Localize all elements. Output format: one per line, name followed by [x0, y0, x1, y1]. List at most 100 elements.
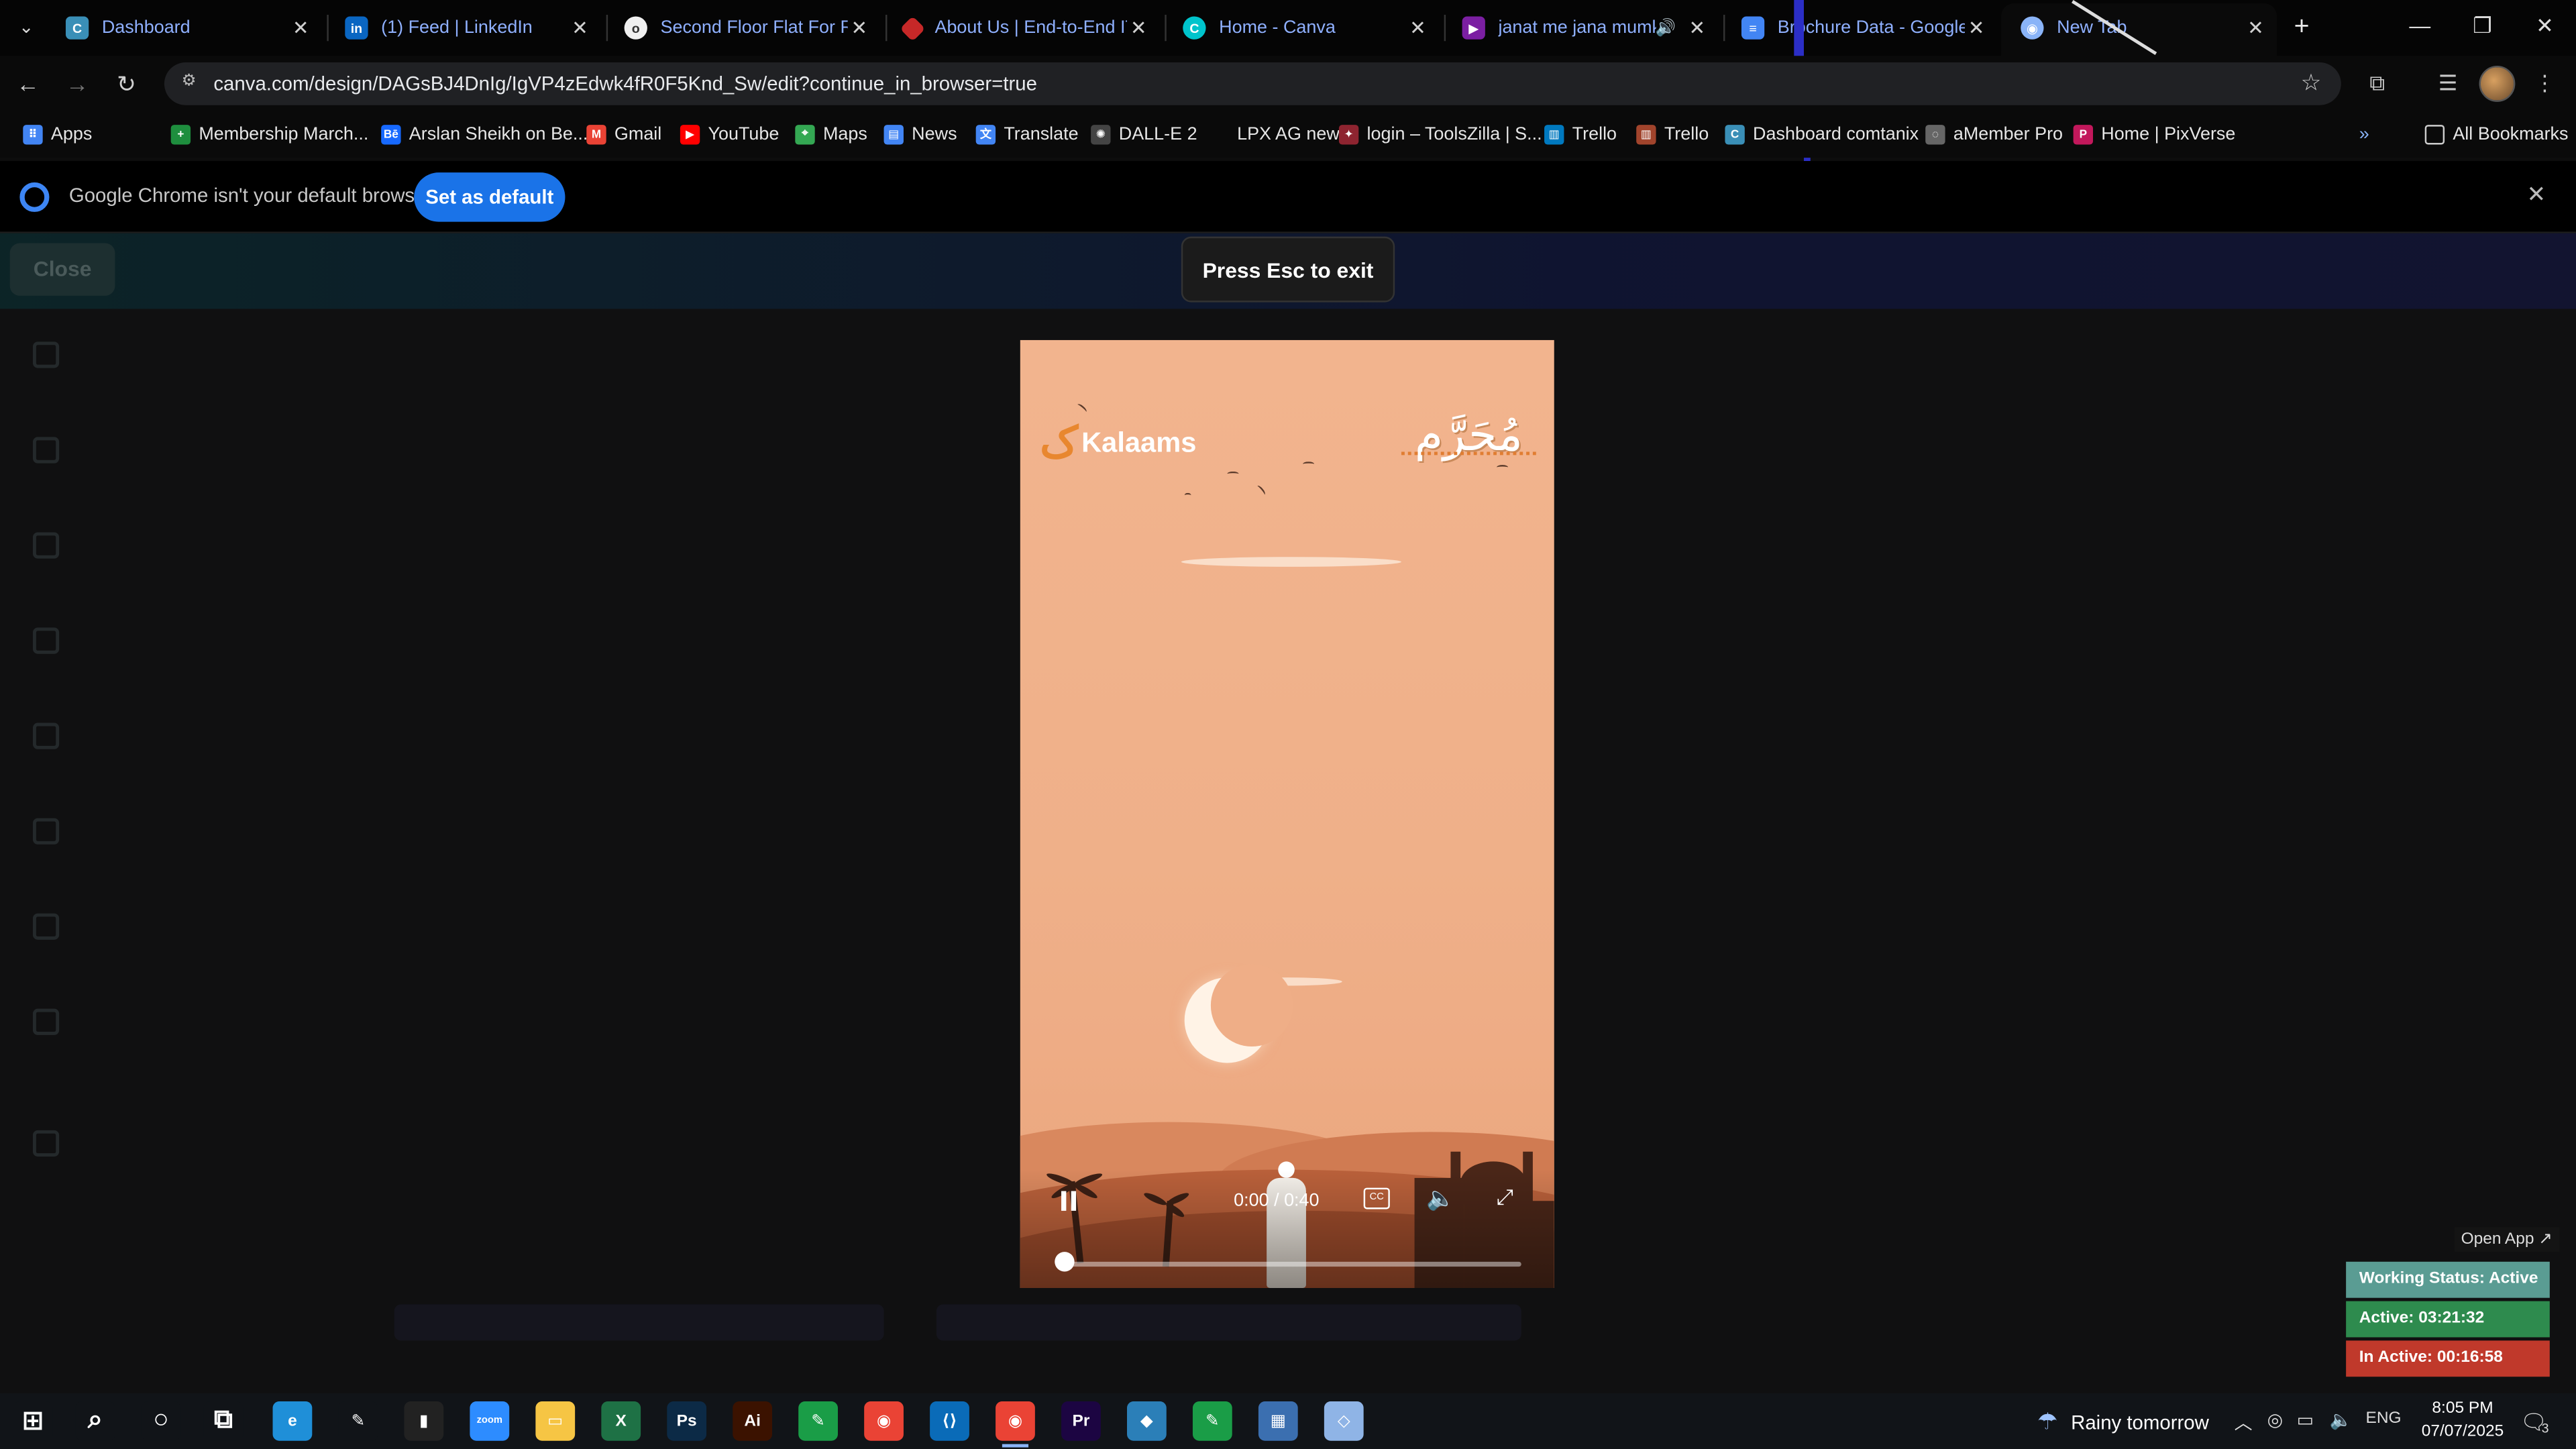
close-tab-icon[interactable]: ✕ — [1406, 16, 1429, 39]
calculator-icon[interactable]: ▦ — [1258, 1401, 1298, 1441]
tab-search-menu-icon[interactable]: ☰ — [2430, 66, 2466, 102]
close-tab-icon[interactable]: ✕ — [1127, 16, 1150, 39]
bookmark-membership-march[interactable]: + Membership March... — [170, 121, 369, 148]
bookmark-star-icon[interactable]: ☆ — [2301, 69, 2322, 97]
set-as-default-button[interactable]: Set as default — [414, 172, 566, 222]
cortana-icon[interactable]: ○ — [141, 1401, 181, 1441]
pause-button[interactable] — [1057, 1188, 1079, 1214]
bookmark-label: Membership March... — [199, 125, 369, 145]
toolszilla-icon: ✦ — [1338, 125, 1359, 145]
illustrator-icon[interactable]: Ai — [733, 1401, 773, 1441]
bookmark-maps[interactable]: ⌖ Maps — [795, 121, 867, 148]
pen-tool-icon[interactable]: ✎ — [338, 1401, 378, 1441]
tab-brochure-doc[interactable]: ≡ Brochure Data - Google D ✕ — [1725, 3, 2000, 52]
app-light-icon[interactable]: ◇ — [1324, 1401, 1364, 1441]
bookmark-home-pixverse[interactable]: P Home | PixVerse — [2073, 121, 2235, 148]
taskbar-clock[interactable]: 8:05 PM 07/07/2025 — [2415, 1398, 2510, 1444]
sidebar-uploads[interactable] — [13, 722, 79, 756]
bookmark-news[interactable]: ▤ News — [883, 121, 957, 148]
volume-icon[interactable]: 🔈 — [1426, 1185, 1456, 1214]
close-tab-icon[interactable]: ✕ — [568, 16, 591, 39]
premiere-icon[interactable]: Pr — [1061, 1401, 1101, 1441]
new-tab-button[interactable]: + — [2284, 10, 2320, 46]
meet-now-icon[interactable]: ◎ — [2267, 1409, 2284, 1431]
windows-start-icon[interactable]: ⊞ — [13, 1401, 53, 1441]
url-text[interactable]: canva.com/design/DAGsBJ4DnIg/IgVP4zEdwk4… — [213, 72, 1037, 95]
fullscreen-icon[interactable]: ⤢ — [1492, 1185, 1518, 1211]
excel-icon[interactable]: X — [601, 1401, 641, 1441]
address-bar[interactable]: ⚙ canva.com/design/DAGsBJ4DnIg/IgVP4zEdw… — [164, 62, 2341, 105]
tab-about-us[interactable]: About Us | End-to-End IT ✕ — [887, 3, 1163, 52]
photoshop-icon[interactable]: Ps — [667, 1401, 707, 1441]
file-explorer-icon[interactable]: ▭ — [535, 1401, 576, 1441]
zoom-icon[interactable]: zoom — [470, 1401, 510, 1441]
video-player[interactable]: ک Kalaams مُحَرَّم 0:00 / 0:40 CC 🔈 ⤢ — [1020, 339, 1554, 1289]
profile-avatar[interactable] — [2479, 65, 2516, 102]
bookmark-youtube[interactable]: ▶ YouTube — [680, 121, 779, 148]
extensions-icon[interactable]: ⧉ — [2359, 66, 2396, 102]
volume-tray-icon[interactable]: 🔈 — [2330, 1409, 2353, 1431]
pen-green-2-icon[interactable]: ✎ — [1192, 1401, 1232, 1441]
bookmark-apps[interactable]: ⠿ Apps — [23, 121, 92, 148]
captions-icon[interactable]: CC — [1363, 1187, 1390, 1210]
close-tab-icon[interactable]: ✕ — [2244, 16, 2267, 39]
show-hidden-icons[interactable]: ︿ — [2235, 1409, 2253, 1436]
tab-dashboard[interactable]: C Dashboard ✕ — [49, 3, 325, 52]
sidebar-magic-media[interactable] — [13, 1130, 79, 1163]
video-progress-knob[interactable] — [1055, 1252, 1075, 1272]
bookmark-dall-e-2[interactable]: ✺ DALL-E 2 — [1091, 121, 1197, 148]
tab-flat-for-rent[interactable]: o Second Floor Flat For Ren ✕ — [608, 3, 883, 52]
sidebar-brand[interactable] — [13, 627, 79, 661]
more-bookmarks-button[interactable]: » — [2359, 121, 2369, 148]
all-bookmarks-button[interactable]: All Bookmarks — [2424, 121, 2568, 148]
site-info-icon[interactable]: ⚙ — [177, 72, 200, 95]
close-tab-icon[interactable]: ✕ — [1965, 16, 1988, 39]
terminal-icon[interactable]: ▮ — [404, 1401, 444, 1441]
tab-home-canva[interactable]: C Home - Canva ✕ — [1167, 3, 1442, 52]
sidebar-draw[interactable] — [13, 818, 79, 851]
network-icon[interactable]: ▭ — [2297, 1409, 2314, 1431]
vscode-icon[interactable]: ⟨⟩ — [930, 1401, 969, 1441]
restore-button[interactable]: ❐ — [2451, 0, 2514, 52]
close-tab-icon[interactable]: ✕ — [848, 16, 871, 39]
close-window-button[interactable]: ✕ — [2514, 0, 2576, 52]
minimize-button[interactable]: — — [2389, 0, 2451, 52]
bookmark-trello[interactable]: ▥ Trello — [1544, 121, 1617, 148]
back-button[interactable]: ← — [10, 67, 46, 100]
close-tab-icon[interactable]: ✕ — [1686, 16, 1709, 39]
tab-linkedin[interactable]: in (1) Feed | LinkedIn ✕ — [329, 3, 604, 52]
bookmark-amember-pro[interactable]: ◌ aMember Pro — [1925, 121, 2063, 148]
sidebar-elements[interactable] — [13, 437, 79, 470]
chrome-icon[interactable]: ◉ — [864, 1401, 904, 1441]
bookmark-gmail[interactable]: M Gmail — [586, 121, 661, 148]
task-view-icon[interactable]: ⧉ — [203, 1401, 244, 1441]
close-tab-icon[interactable]: ✕ — [289, 16, 312, 39]
video-progress-bar[interactable] — [1056, 1261, 1521, 1267]
reload-button[interactable]: ↻ — [109, 67, 145, 100]
open-app-button[interactable]: Open App ↗ — [2454, 1227, 2559, 1252]
bookmark-translate[interactable]: 文 Translate — [975, 121, 1079, 148]
tab-search-icon[interactable]: ⌄ — [10, 13, 43, 43]
speaker-icon[interactable]: 🔊 — [1655, 19, 1675, 37]
edge-icon[interactable]: e — [272, 1401, 313, 1441]
weather-widget[interactable]: ☂ Rainy tomorrow — [2037, 1408, 2209, 1436]
sidebar-projects[interactable] — [13, 913, 79, 947]
tab-janat-video[interactable]: ▶ janat me jana mumki 🔊 ✕ — [1446, 3, 1721, 52]
bookmark-trello[interactable]: ▥ Trello — [1636, 121, 1709, 148]
chrome-active-icon[interactable]: ◉ — [996, 1401, 1035, 1448]
canva-close-button[interactable]: Close — [9, 243, 115, 296]
language-indicator[interactable]: ENG — [2366, 1409, 2402, 1428]
sidebar-apps[interactable] — [13, 1008, 79, 1042]
bookmark-lpx-ag-new[interactable]: LPX AG new — [1209, 121, 1340, 148]
bookmark-login-toolszilla-s[interactable]: ✦ login – ToolsZilla | S... — [1338, 121, 1542, 148]
pen-green-icon[interactable]: ✎ — [798, 1401, 838, 1441]
close-infobar-icon[interactable]: ✕ — [2527, 180, 2546, 209]
sidebar-design[interactable] — [13, 341, 79, 374]
bookmark-dashboard-comtanix[interactable]: C Dashboard comtanix — [1725, 121, 1919, 148]
forward-button[interactable]: → — [59, 67, 95, 100]
app-blue-icon[interactable]: ◆ — [1127, 1401, 1167, 1441]
bookmark-arslan-sheikh-on-be[interactable]: Bē Arslan Sheikh on Be... — [381, 121, 588, 148]
menu-kebab-icon[interactable]: ⋮ — [2527, 66, 2563, 102]
sidebar-text[interactable] — [13, 532, 79, 565]
search-icon[interactable]: ⌕ — [75, 1401, 115, 1441]
